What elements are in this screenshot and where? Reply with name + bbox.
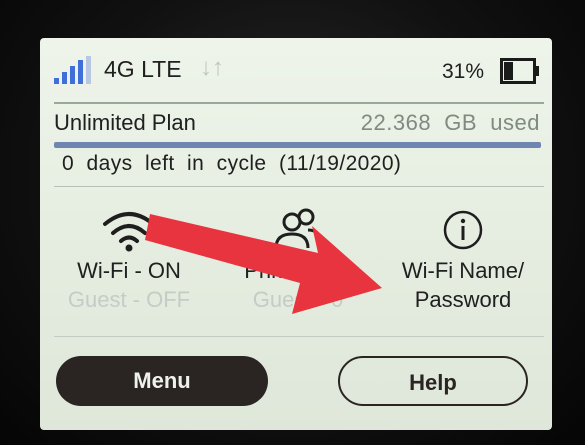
wifi-status: Wi-Fi - ON	[77, 258, 181, 283]
status-divider	[54, 102, 544, 104]
guest-wifi-status: Guest - OFF	[67, 287, 191, 312]
plan-name: Unlimited Plan	[54, 110, 196, 135]
users-icon	[274, 208, 322, 249]
status-bar: 4G LTE ↓↑ 31%	[40, 38, 552, 102]
plan-divider	[54, 186, 544, 187]
info-icon	[443, 210, 483, 250]
data-activity-icon: ↓↑	[200, 54, 224, 81]
signal-strength-icon	[54, 56, 91, 84]
primary-users-count: Primary - 2	[244, 258, 352, 283]
password-label: Password	[414, 287, 512, 312]
connected-users-tile[interactable]: Primary - 2 Guest - 0	[224, 208, 372, 313]
data-used: 22.368 GB used	[360, 110, 540, 135]
cycle-progress-fill	[54, 142, 541, 148]
wifi-icon	[103, 212, 155, 252]
wifi-name-password-tile[interactable]: Wi-Fi Name/ Password	[378, 208, 548, 313]
battery-percent: 31%	[442, 60, 485, 83]
wifi-name-label: Wi-Fi Name/	[401, 258, 525, 283]
menu-button[interactable]: Menu	[56, 356, 268, 406]
cycle-progress-bar	[54, 142, 541, 148]
device-screen: 4G LTE ↓↑ 31% Unlimited Plan 22.368 GB u…	[40, 38, 552, 430]
cycle-days-left: 0 days left in cycle (11/19/2020)	[62, 152, 402, 175]
guest-users-count: Guest - 0	[252, 287, 344, 312]
tiles-divider	[54, 336, 544, 337]
network-type-label: 4G LTE	[104, 56, 182, 82]
help-button[interactable]: Help	[338, 356, 528, 406]
battery-icon	[500, 58, 539, 84]
wifi-tile[interactable]: Wi-Fi - ON Guest - OFF	[54, 208, 204, 313]
